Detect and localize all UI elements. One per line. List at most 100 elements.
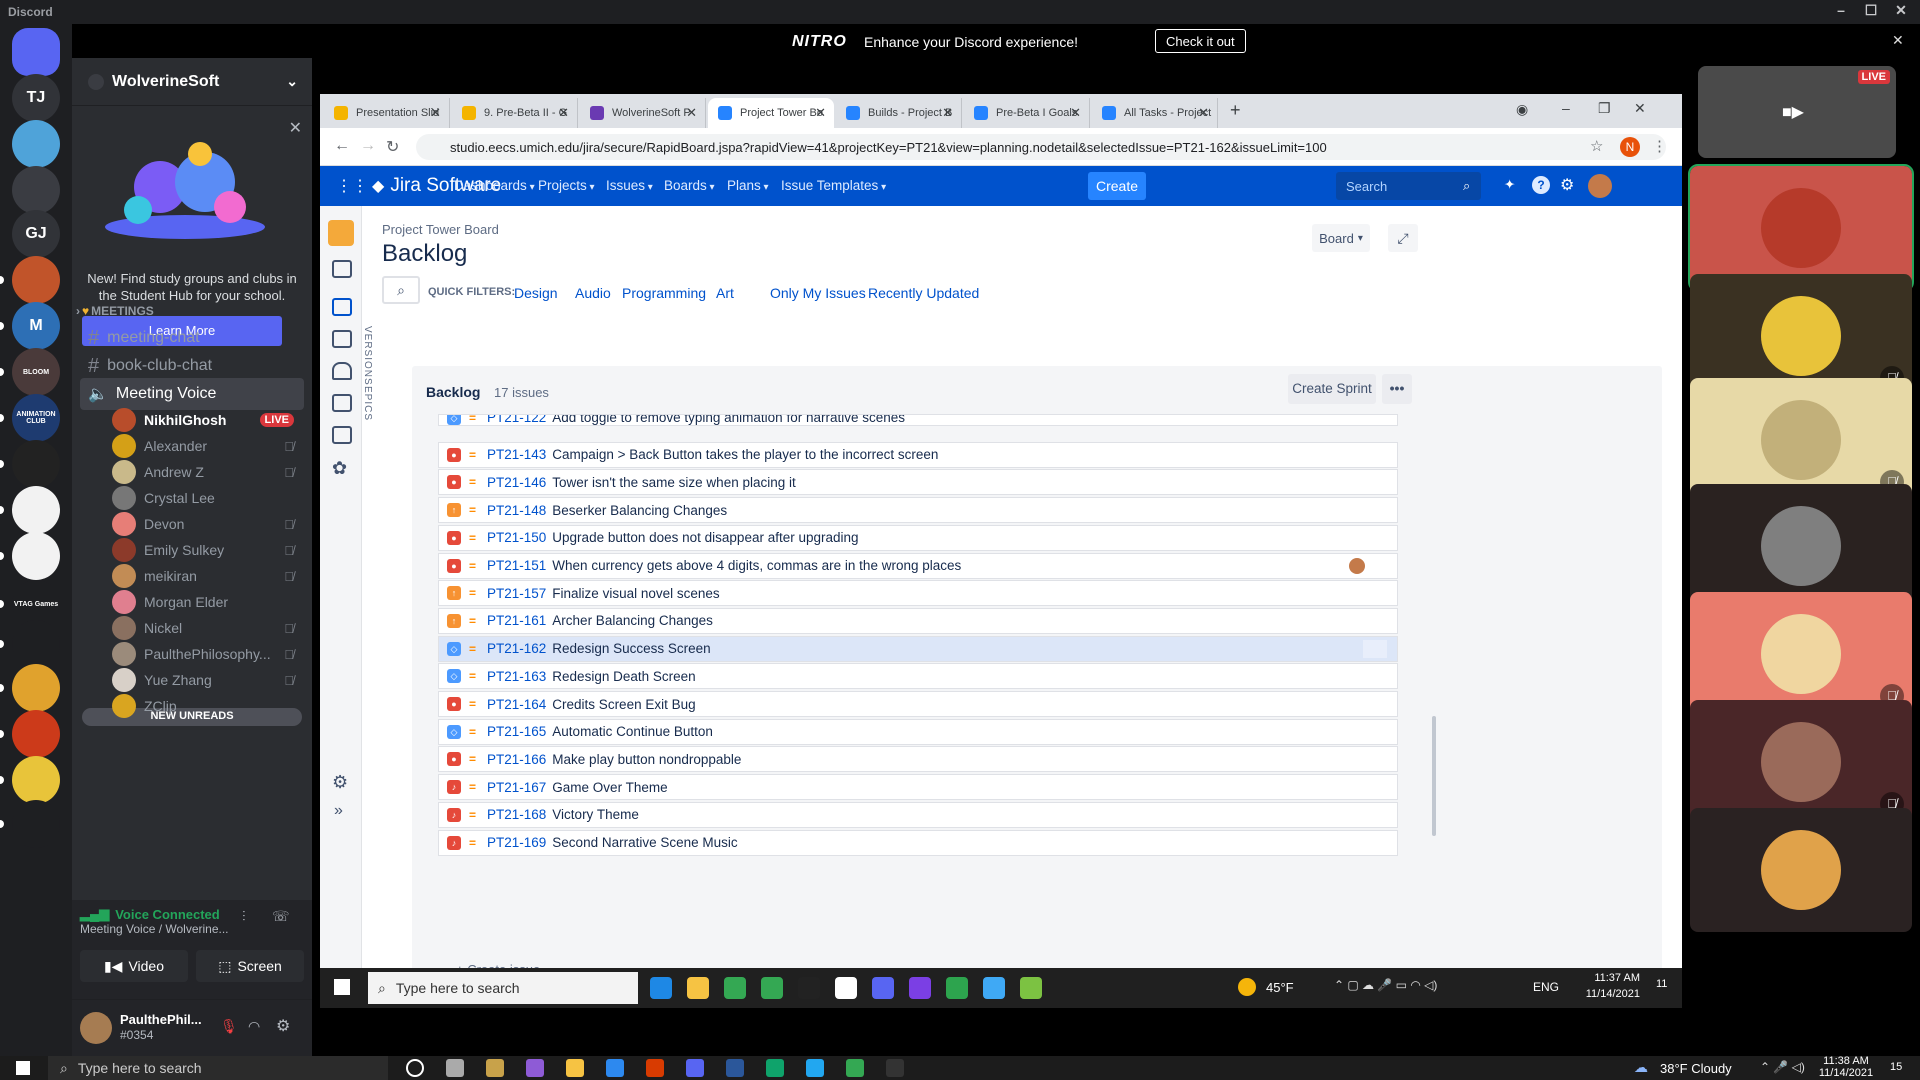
epics-tab[interactable]: EPICS bbox=[362, 386, 373, 421]
minimize-button[interactable]: – bbox=[1826, 2, 1856, 22]
url-field[interactable]: studio.eecs.umich.edu/jira/secure/RapidB… bbox=[416, 134, 1666, 160]
voice-member[interactable]: Nickel 🎙̸ bbox=[112, 614, 302, 642]
quick-filter[interactable]: Design bbox=[514, 285, 558, 301]
server-icon[interactable] bbox=[12, 800, 60, 848]
taskbar-date[interactable]: 11/14/2021 bbox=[1806, 1067, 1886, 1079]
voice-member[interactable]: Yue Zhang 🎙̸ bbox=[112, 666, 302, 694]
close-tab-icon[interactable]: ✕ bbox=[686, 105, 697, 121]
taskbar-app-icon[interactable] bbox=[726, 1059, 744, 1077]
voice-channel-path[interactable]: Meeting Voice / Wolverine... bbox=[80, 922, 229, 936]
issue-key[interactable]: PT21-151 bbox=[487, 558, 546, 573]
issue-row[interactable]: ◇ = PT21-122 Add toggle to remove typing an… bbox=[438, 414, 1398, 426]
jira-menu-item[interactable]: Boards ▾ bbox=[664, 178, 715, 193]
taskbar-weather[interactable]: 38°F Cloudy bbox=[1660, 1061, 1732, 1076]
participant-tile[interactable] bbox=[1688, 164, 1914, 292]
taskbar-app-icon[interactable] bbox=[406, 1059, 424, 1077]
forward-icon[interactable]: → bbox=[360, 137, 376, 155]
participant-tile[interactable]: 🎙̸ bbox=[1690, 592, 1912, 716]
server-icon[interactable] bbox=[12, 710, 60, 758]
issue-key[interactable]: PT21-148 bbox=[487, 503, 546, 518]
server-icon[interactable] bbox=[12, 756, 60, 804]
server-icon[interactable] bbox=[12, 532, 60, 580]
issue-row[interactable]: ● = PT21-166 Make play button nondroppable bbox=[438, 746, 1398, 773]
server-icon[interactable] bbox=[12, 28, 60, 76]
server-icon[interactable] bbox=[12, 120, 60, 168]
board-dropdown[interactable]: Board ▾ bbox=[1312, 224, 1370, 252]
close-tab-icon[interactable]: ✕ bbox=[1198, 105, 1209, 121]
releases-icon[interactable] bbox=[332, 362, 352, 380]
gear-icon[interactable]: ⚙ bbox=[1560, 175, 1574, 195]
issue-row[interactable]: ↑ = PT21-161 Archer Balancing Changes bbox=[438, 607, 1398, 634]
screen-share-button[interactable]: ⬚ Screen bbox=[196, 950, 304, 982]
create-sprint-button[interactable]: Create Sprint bbox=[1288, 374, 1376, 404]
components-icon[interactable]: ✿ bbox=[332, 458, 347, 479]
close-tab-icon[interactable]: ✕ bbox=[430, 105, 441, 121]
issue-key[interactable]: PT21-161 bbox=[487, 613, 546, 628]
versions-tab[interactable]: VERSIONS bbox=[362, 326, 373, 386]
expand-sidebar-icon[interactable]: » bbox=[334, 802, 343, 820]
jira-menu-item[interactable]: Dashboards ▾ bbox=[454, 178, 535, 193]
video-button[interactable]: ▮◀ Video bbox=[80, 950, 188, 982]
voice-member[interactable]: Devon 🎙̸ bbox=[112, 510, 302, 538]
close-tab-icon[interactable]: ✕ bbox=[815, 105, 826, 121]
close-tab-icon[interactable]: ✕ bbox=[1070, 105, 1081, 121]
reload-icon[interactable]: ↻ bbox=[386, 137, 399, 157]
profile-icon[interactable]: N bbox=[1620, 137, 1640, 157]
star-icon[interactable]: ☆ bbox=[1590, 137, 1603, 155]
backlog-search-icon[interactable]: ⌕ bbox=[382, 276, 420, 304]
jira-menu-item[interactable]: Plans ▾ bbox=[727, 178, 769, 193]
taskbar-time[interactable]: 11:38 AM bbox=[1806, 1055, 1886, 1067]
issue-key[interactable]: PT21-163 bbox=[487, 669, 546, 684]
guild-header[interactable]: WolverineSoft ⌄ bbox=[72, 58, 312, 106]
server-icon[interactable]: GJ bbox=[12, 210, 60, 258]
fullscreen-icon[interactable]: ⤢ bbox=[1388, 224, 1418, 252]
issue-key[interactable]: PT21-143 bbox=[487, 447, 546, 462]
server-icon[interactable] bbox=[12, 440, 60, 488]
voice-member[interactable]: Morgan Elder bbox=[112, 588, 302, 616]
app-switcher-icon[interactable]: ⋮⋮ bbox=[336, 176, 368, 196]
assignee-avatar[interactable] bbox=[1349, 557, 1365, 574]
backlog-icon[interactable] bbox=[332, 298, 352, 316]
issue-key[interactable]: PT21-168 bbox=[487, 807, 546, 822]
windows-start-icon[interactable] bbox=[16, 1061, 30, 1075]
voice-member[interactable]: Crystal Lee bbox=[112, 484, 302, 512]
participant-tile[interactable]: 🎙̸ bbox=[1690, 700, 1912, 824]
issue-key[interactable]: PT21-146 bbox=[487, 475, 546, 490]
taskbar-app-icon[interactable] bbox=[606, 1059, 624, 1077]
server-icon[interactable] bbox=[12, 486, 60, 534]
server-icon[interactable]: M bbox=[12, 302, 60, 350]
browser-tab[interactable]: WolverineSoft P ✕ bbox=[580, 98, 706, 128]
issue-row[interactable]: ◇ = PT21-163 Redesign Death Screen bbox=[438, 663, 1398, 690]
participant-tile[interactable]: LIVE ■▶ bbox=[1698, 66, 1896, 158]
close-icon[interactable]: ✕ bbox=[1892, 32, 1904, 49]
tab-search-icon[interactable]: ◉ bbox=[1516, 101, 1528, 118]
help-icon[interactable]: ? bbox=[1532, 176, 1550, 194]
voice-member[interactable]: PaulthePhilosophy... 🎙̸ bbox=[112, 640, 302, 668]
taskbar-app-icon[interactable] bbox=[886, 1059, 904, 1077]
disconnect-icon[interactable]: ☏ bbox=[272, 908, 290, 925]
project-avatar[interactable] bbox=[328, 220, 354, 246]
issue-row[interactable]: ↑ = PT21-157 Finalize visual novel scenes bbox=[438, 580, 1398, 607]
maximize-button[interactable]: ☐ bbox=[1856, 2, 1886, 22]
row-handle[interactable] bbox=[1363, 639, 1387, 658]
close-tab-icon[interactable]: ✕ bbox=[558, 105, 569, 121]
avatar[interactable] bbox=[80, 1012, 112, 1044]
restore-button[interactable]: ❐ bbox=[1598, 100, 1611, 117]
browser-tab[interactable]: All Tasks - Project ✕ bbox=[1092, 98, 1218, 128]
server-icon[interactable]: ANIMATION CLUB bbox=[12, 394, 60, 442]
issue-key[interactable]: PT21-122 bbox=[487, 415, 546, 425]
headphones-icon[interactable]: ◠ bbox=[248, 1018, 260, 1035]
tray-icons[interactable]: ⌃ 🎤 ◁) bbox=[1760, 1060, 1805, 1074]
mute-icon[interactable]: 🎙 bbox=[220, 1018, 238, 1035]
server-icon[interactable] bbox=[12, 166, 60, 214]
close-icon[interactable]: ✕ bbox=[289, 118, 302, 138]
browser-tab[interactable]: Builds - Project B ✕ bbox=[836, 98, 962, 128]
voice-member[interactable]: meikiran 🎙̸ bbox=[112, 562, 302, 590]
browser-tab[interactable]: Project Tower Bo ✕ bbox=[708, 98, 834, 128]
check-it-out-button[interactable]: Check it out bbox=[1155, 29, 1246, 53]
board-icon[interactable] bbox=[332, 330, 352, 348]
issue-key[interactable]: PT21-150 bbox=[487, 530, 546, 545]
jira-menu-item[interactable]: Projects ▾ bbox=[538, 178, 595, 193]
voice-member[interactable]: ZClip bbox=[112, 692, 302, 720]
issue-key[interactable]: PT21-162 bbox=[487, 641, 546, 656]
